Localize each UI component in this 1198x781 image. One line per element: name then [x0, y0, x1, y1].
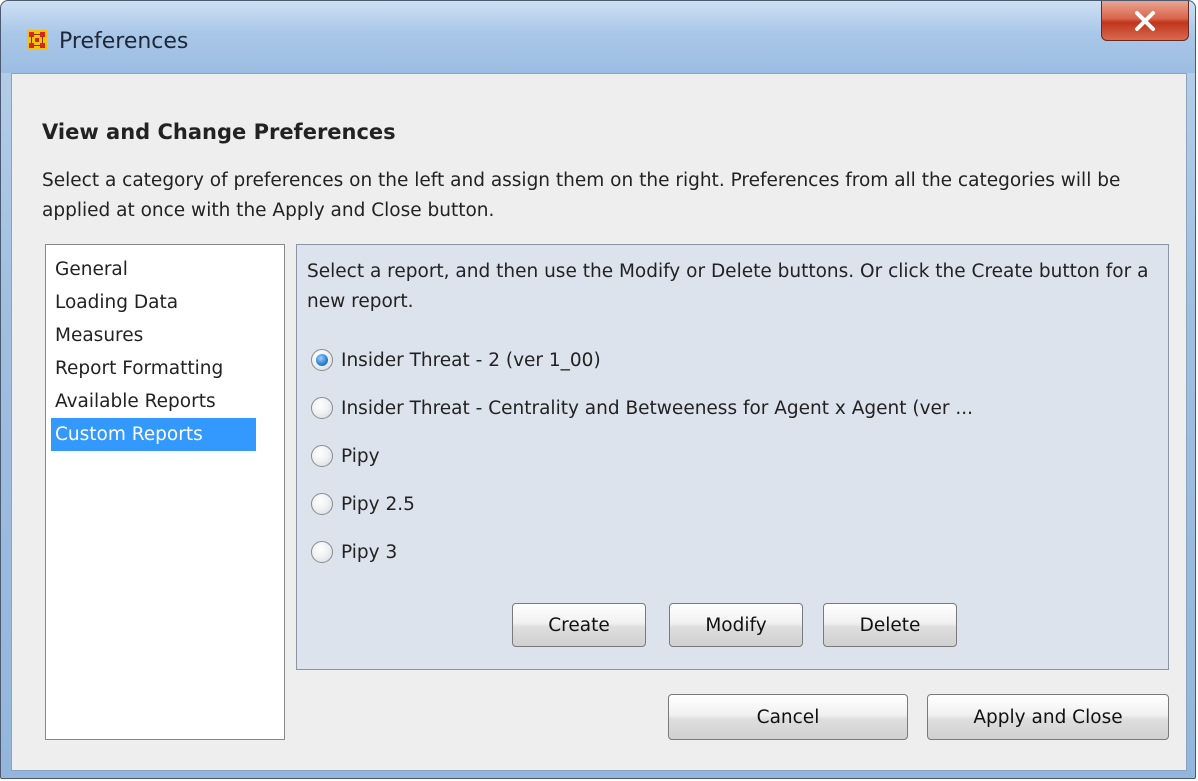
report-option-pipy-3[interactable]: Pipy 3: [311, 537, 397, 567]
dialog-description: Select a category of preferences on the …: [42, 170, 1121, 221]
radio-unchecked-icon[interactable]: [311, 541, 333, 563]
grid-network-icon: [27, 30, 47, 50]
report-option-label: Insider Threat - Centrality and Betweene…: [341, 397, 974, 419]
create-button[interactable]: Create: [512, 603, 646, 647]
category-item-custom-reports[interactable]: Custom Reports: [51, 418, 256, 451]
page-title: View and Change Preferences: [42, 120, 396, 144]
delete-button[interactable]: Delete: [823, 603, 957, 647]
apply-and-close-button[interactable]: Apply and Close: [927, 694, 1169, 740]
custom-reports-panel: Select a report, and then use the Modify…: [296, 244, 1169, 670]
report-option-label: Pipy 2.5: [341, 493, 415, 515]
category-item-measures[interactable]: Measures: [51, 319, 147, 352]
report-option-pipy-2-5[interactable]: Pipy 2.5: [311, 489, 415, 519]
modify-button[interactable]: Modify: [669, 603, 803, 647]
dialog-client-area: View and Change Preferences Select a cat…: [11, 73, 1187, 771]
title-bar[interactable]: Preferences: [1, 1, 1195, 73]
category-item-general[interactable]: General: [51, 253, 132, 286]
report-option-label: Pipy 3: [341, 541, 398, 563]
radio-checked-icon[interactable]: [311, 349, 333, 371]
panel-instructions: Select a report, and then use the Modify…: [307, 261, 1149, 312]
window-title: Preferences: [59, 29, 189, 54]
preferences-window: Preferences View and Change Preferences …: [0, 0, 1196, 779]
close-icon: [1133, 10, 1157, 32]
report-option-label: Pipy: [341, 445, 380, 467]
close-button[interactable]: [1101, 1, 1189, 41]
category-item-available-reports[interactable]: Available Reports: [51, 385, 220, 418]
report-option-pipy[interactable]: Pipy: [311, 441, 380, 471]
radio-unchecked-icon[interactable]: [311, 397, 333, 419]
report-option-insider-threat-2[interactable]: Insider Threat - 2 (ver 1_00): [311, 345, 601, 375]
radio-unchecked-icon[interactable]: [311, 445, 333, 467]
category-item-loading-data[interactable]: Loading Data: [51, 286, 182, 319]
report-option-label: Insider Threat - 2 (ver 1_00): [341, 349, 601, 371]
category-item-report-formatting[interactable]: Report Formatting: [51, 352, 227, 385]
cancel-button[interactable]: Cancel: [668, 694, 908, 740]
report-option-insider-threat-centrality[interactable]: Insider Threat - Centrality and Betweene…: [311, 393, 973, 423]
category-list[interactable]: General Loading Data Measures Report For…: [45, 244, 285, 740]
radio-unchecked-icon[interactable]: [311, 493, 333, 515]
